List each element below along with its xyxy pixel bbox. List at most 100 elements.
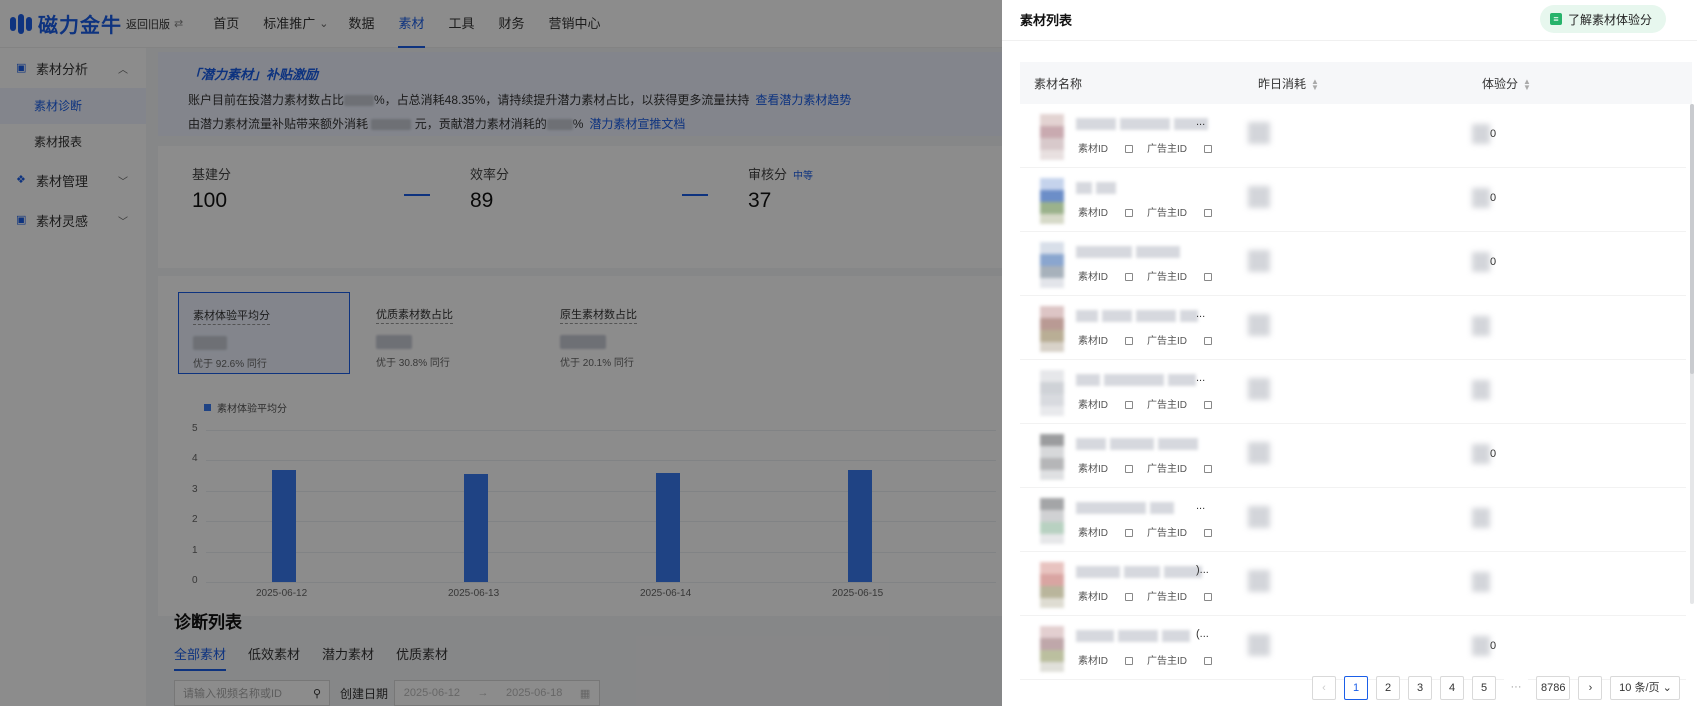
material-name-tail: ...	[1196, 500, 1206, 512]
copy-icon[interactable]	[1204, 337, 1212, 345]
table-row[interactable]: (... 素材ID 广告主ID 0	[1020, 616, 1686, 680]
experience-score-tail: 0	[1490, 448, 1497, 460]
material-id: 素材ID	[1078, 652, 1133, 667]
material-id-label: 素材ID	[1078, 528, 1108, 539]
experience-score-redacted	[1472, 316, 1490, 336]
modal-mask[interactable]	[0, 0, 1002, 706]
drawer-title: 素材列表	[1020, 13, 1073, 28]
advertiser-id: 广告主ID	[1147, 396, 1212, 411]
scrollbar-thumb[interactable]	[1690, 104, 1694, 374]
copy-icon[interactable]	[1204, 593, 1212, 601]
copy-icon[interactable]	[1125, 145, 1133, 153]
copy-icon[interactable]	[1125, 465, 1133, 473]
material-thumbnail[interactable]	[1040, 370, 1064, 416]
page-3[interactable]: 3	[1408, 676, 1432, 700]
page-1[interactable]: 1	[1344, 676, 1368, 700]
copy-icon[interactable]	[1204, 465, 1212, 473]
advertiser-id: 广告主ID	[1147, 332, 1212, 347]
advertiser-id-label: 广告主ID	[1147, 336, 1187, 347]
copy-icon[interactable]	[1204, 209, 1212, 217]
copy-icon[interactable]	[1204, 529, 1212, 537]
table-row[interactable]: )... 素材ID 广告主ID	[1020, 552, 1686, 616]
material-id: 素材ID	[1078, 588, 1133, 603]
copy-icon[interactable]	[1125, 337, 1133, 345]
advertiser-id: 广告主ID	[1147, 268, 1212, 283]
copy-icon[interactable]	[1125, 657, 1133, 665]
copy-icon[interactable]	[1125, 593, 1133, 601]
prev-page-icon[interactable]: ‹	[1312, 676, 1336, 700]
learn-experience-score-button[interactable]: ≡ 了解素材体验分	[1540, 5, 1667, 33]
doc-icon: ≡	[1550, 13, 1562, 25]
copy-icon[interactable]	[1204, 401, 1212, 409]
material-thumbnail[interactable]	[1040, 626, 1064, 672]
copy-icon[interactable]	[1125, 401, 1133, 409]
page-size-select[interactable]: 10 条/页 ⌄	[1610, 676, 1681, 700]
material-name-redacted	[1076, 182, 1120, 194]
material-name-tail: (...	[1196, 628, 1209, 640]
experience-score-tail: 0	[1490, 640, 1497, 652]
column-material-name: 素材名称	[1034, 77, 1083, 91]
material-thumbnail[interactable]	[1040, 114, 1064, 160]
more-pages[interactable]: ···	[1504, 676, 1528, 700]
material-ids: 素材ID 广告主ID	[1078, 524, 1226, 539]
yesterday-cost-redacted	[1248, 570, 1270, 592]
advertiser-id-label: 广告主ID	[1147, 208, 1187, 219]
material-thumbnail[interactable]	[1040, 562, 1064, 608]
advertiser-id-label: 广告主ID	[1147, 144, 1187, 155]
pagination: ‹ 1 2 3 4 5 ··· 8786 › 10 条/页 ⌄	[1312, 676, 1688, 700]
sort-icon[interactable]: ▲ ▼	[1523, 77, 1531, 91]
material-name-redacted	[1076, 630, 1194, 642]
copy-icon[interactable]	[1125, 209, 1133, 217]
material-ids: 素材ID 广告主ID	[1078, 140, 1226, 155]
material-id-label: 素材ID	[1078, 592, 1108, 603]
yesterday-cost-redacted	[1248, 186, 1270, 208]
sort-icon[interactable]: ▲ ▼	[1311, 77, 1319, 91]
copy-icon[interactable]	[1125, 273, 1133, 281]
material-id-label: 素材ID	[1078, 144, 1108, 155]
material-name-redacted	[1076, 502, 1178, 514]
material-id-label: 素材ID	[1078, 656, 1108, 667]
copy-icon[interactable]	[1204, 273, 1212, 281]
material-id-label: 素材ID	[1078, 464, 1108, 475]
material-id-label: 素材ID	[1078, 208, 1108, 219]
material-thumbnail[interactable]	[1040, 306, 1064, 352]
column-experience-score[interactable]: 体验分 ▲ ▼	[1482, 75, 1531, 92]
advertiser-id-label: 广告主ID	[1147, 272, 1187, 283]
material-ids: 素材ID 广告主ID	[1078, 332, 1226, 347]
table-body: ... 素材ID 广告主ID 0 素材ID 广告主ID 0 素材ID 广告主ID 0... 素材ID…	[1020, 104, 1686, 680]
table-row[interactable]: ... 素材ID 广告主ID 0	[1020, 104, 1686, 168]
material-id: 素材ID	[1078, 140, 1133, 155]
yesterday-cost-redacted	[1248, 378, 1270, 400]
copy-icon[interactable]	[1204, 145, 1212, 153]
material-thumbnail[interactable]	[1040, 434, 1064, 480]
column-label: 体验分	[1482, 77, 1519, 91]
material-id: 素材ID	[1078, 204, 1133, 219]
material-ids: 素材ID 广告主ID	[1078, 268, 1226, 283]
table-row[interactable]: ... 素材ID 广告主ID	[1020, 360, 1686, 424]
copy-icon[interactable]	[1204, 657, 1212, 665]
advertiser-id: 广告主ID	[1147, 204, 1212, 219]
advertiser-id-label: 广告主ID	[1147, 656, 1187, 667]
last-page[interactable]: 8786	[1536, 676, 1571, 700]
page-2[interactable]: 2	[1376, 676, 1400, 700]
material-id-label: 素材ID	[1078, 272, 1108, 283]
material-thumbnail[interactable]	[1040, 242, 1064, 288]
material-thumbnail[interactable]	[1040, 498, 1064, 544]
table-row[interactable]: ... 素材ID 广告主ID	[1020, 296, 1686, 360]
column-yesterday-cost[interactable]: 昨日消耗 ▲ ▼	[1258, 75, 1319, 92]
table-row[interactable]: 素材ID 广告主ID 0	[1020, 232, 1686, 296]
table-row[interactable]: 素材ID 广告主ID 0	[1020, 424, 1686, 488]
material-list-drawer: 素材列表 ≡ 了解素材体验分 素材名称 昨日消耗 ▲ ▼ 体验分 ▲ ▼ ... 素材ID…	[1002, 0, 1697, 706]
page-4[interactable]: 4	[1440, 676, 1464, 700]
copy-icon[interactable]	[1125, 529, 1133, 537]
material-id: 素材ID	[1078, 396, 1133, 411]
experience-score-redacted	[1472, 380, 1490, 400]
material-name-tail: ...	[1196, 116, 1206, 128]
material-name-tail: )...	[1196, 564, 1209, 576]
material-thumbnail[interactable]	[1040, 178, 1064, 224]
page-5[interactable]: 5	[1472, 676, 1496, 700]
column-label: 昨日消耗	[1258, 77, 1307, 91]
next-page-icon[interactable]: ›	[1578, 676, 1603, 700]
table-row[interactable]: ... 素材ID 广告主ID	[1020, 488, 1686, 552]
table-row[interactable]: 素材ID 广告主ID 0	[1020, 168, 1686, 232]
